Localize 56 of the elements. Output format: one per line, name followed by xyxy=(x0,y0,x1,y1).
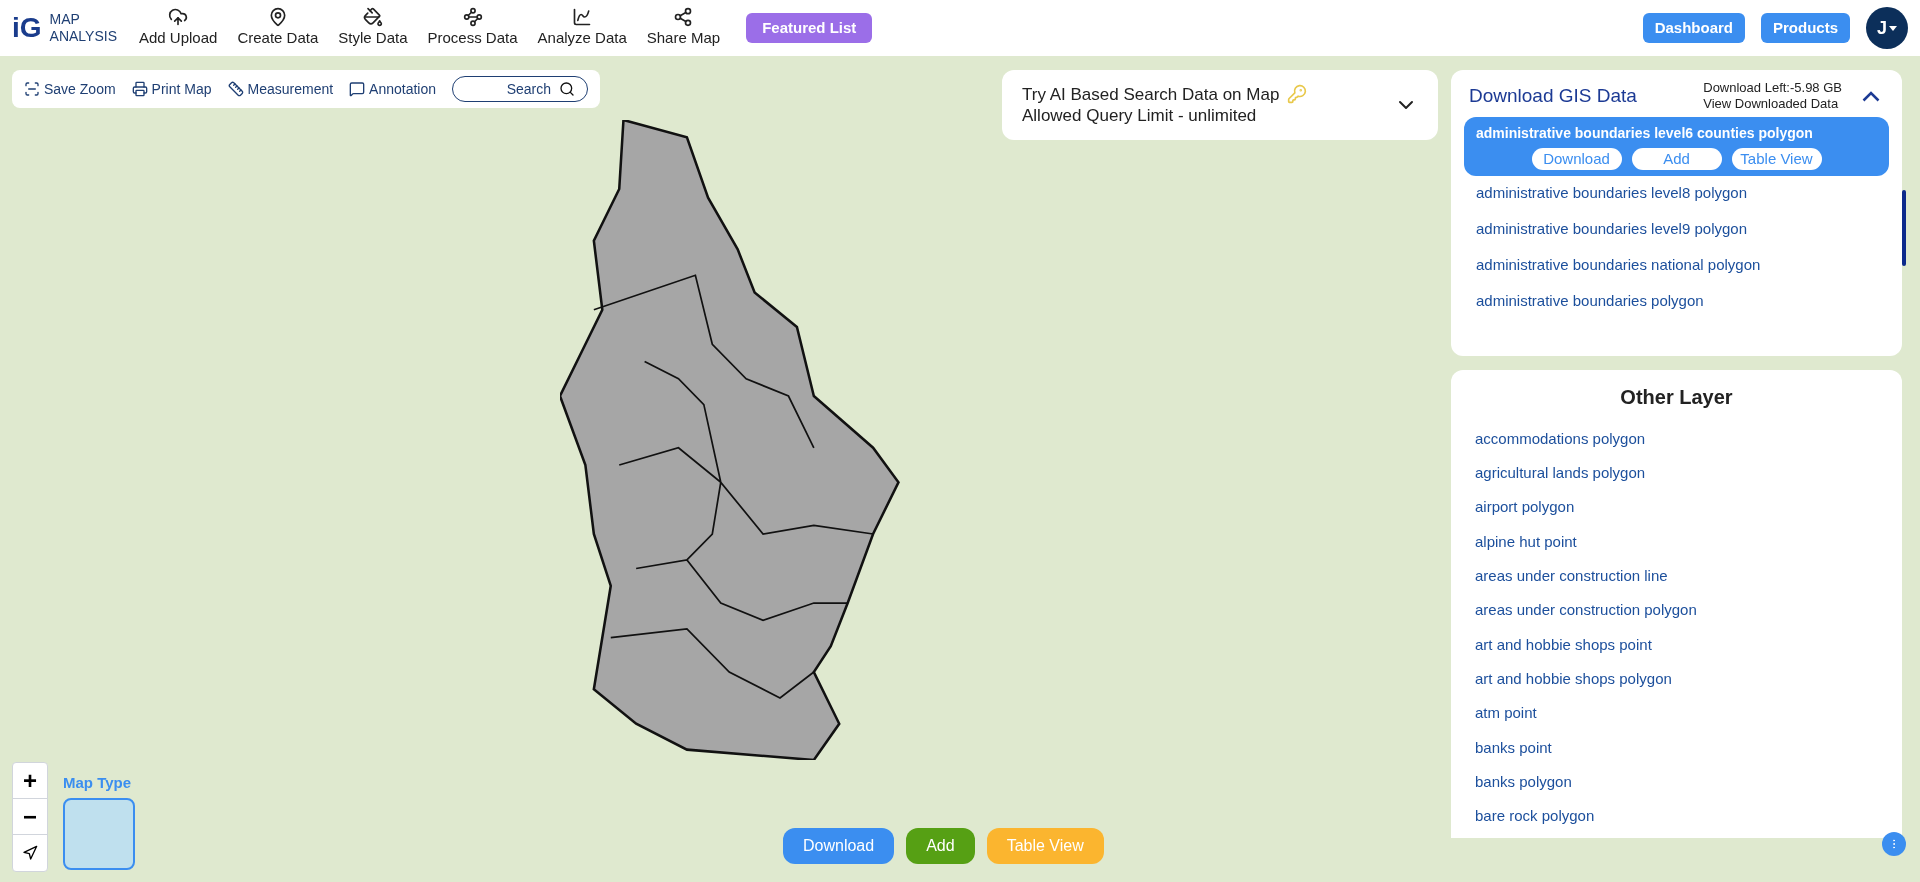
zoom-out-button[interactable]: − xyxy=(13,799,47,835)
layer-link[interactable]: art and hobbie shops polygon xyxy=(1475,662,1878,697)
layer-item[interactable]: administrative boundaries polygon xyxy=(1464,283,1889,320)
nav-menu-item[interactable]: Style Data xyxy=(332,6,414,50)
other-layer-title: Other Layer xyxy=(1619,385,1734,410)
view-downloaded-link[interactable]: View Downloaded Data xyxy=(1703,96,1842,113)
cloud-upload-icon xyxy=(168,6,189,27)
nav-menu-item[interactable]: Analyze Data xyxy=(531,6,633,50)
map-type-thumbnail[interactable] xyxy=(63,798,135,870)
search-placeholder: Search xyxy=(506,79,552,99)
logo-mark: iG xyxy=(12,14,42,42)
chart-line-icon xyxy=(572,6,593,27)
share-icon xyxy=(673,6,694,27)
key-icon xyxy=(1287,84,1308,105)
search-icon xyxy=(559,81,576,97)
nav-menu-item[interactable]: Share Map xyxy=(640,6,727,50)
map-tool-button[interactable]: Measurement xyxy=(227,78,334,100)
panel-title: Download GIS Data xyxy=(1469,84,1638,108)
logo-text: MAP xyxy=(49,10,81,28)
chevron-up-icon xyxy=(1862,90,1880,102)
map-tool-button[interactable]: Annotation xyxy=(349,78,437,100)
layer-item[interactable]: administrative boundaries national polygon xyxy=(1464,247,1889,284)
layer-link[interactable]: art and hobbie shops point xyxy=(1475,627,1878,663)
layer-item[interactable]: administrative boundaries level8 polygon xyxy=(1464,175,1889,212)
map-type-label: Map Type xyxy=(63,773,132,793)
layer-link[interactable]: accommodations polygon xyxy=(1475,422,1878,457)
layer-link[interactable]: areas under construction line xyxy=(1475,559,1878,594)
compass-icon xyxy=(22,845,38,861)
layer-link[interactable]: banks point xyxy=(1475,730,1878,765)
focus-icon xyxy=(24,81,40,97)
printer-icon xyxy=(131,81,148,97)
layer-link[interactable]: agricultural lands polygon xyxy=(1475,456,1878,491)
layer-link[interactable]: areas under construction polygon xyxy=(1475,593,1878,628)
query-limit-text: Allowed Query Limit - unlimited xyxy=(1022,105,1258,127)
map-tool-button[interactable]: Save Zoom xyxy=(24,78,116,100)
download-left-text: Download Left:-5.98 GB xyxy=(1703,80,1842,97)
layer-link[interactable]: atm point xyxy=(1475,696,1878,731)
nav-menu-item[interactable]: Create Data xyxy=(231,6,325,50)
paint-bucket-icon xyxy=(362,6,383,27)
layer-link[interactable]: bare rock polygon xyxy=(1475,799,1878,834)
featured-list-button[interactable]: Featured List xyxy=(746,12,873,44)
nav-menu-item[interactable]: Process Data xyxy=(421,6,524,50)
ai-search-prompt: Try AI Based Search Data on Map xyxy=(1022,83,1280,105)
layer-link[interactable]: alpine hut point xyxy=(1475,524,1878,560)
zoom-in-button[interactable]: + xyxy=(13,763,47,799)
user-avatar[interactable]: J xyxy=(1866,7,1908,49)
layer-name: administrative boundaries level6 counties polygon xyxy=(1476,123,1814,143)
nodes-icon xyxy=(462,6,483,27)
layer-link[interactable]: airport polygon xyxy=(1475,490,1878,525)
ruler-icon xyxy=(227,81,244,97)
nav-menu-item[interactable]: Add Upload xyxy=(133,6,224,50)
logo-text: ANALYSIS xyxy=(49,28,117,46)
layer-item[interactable]: administrative boundaries level9 polygon xyxy=(1464,211,1889,248)
map-tool-button[interactable]: Print Map xyxy=(131,78,212,100)
comment-icon xyxy=(349,81,366,97)
layer-link[interactable]: banks polygon xyxy=(1475,764,1878,800)
